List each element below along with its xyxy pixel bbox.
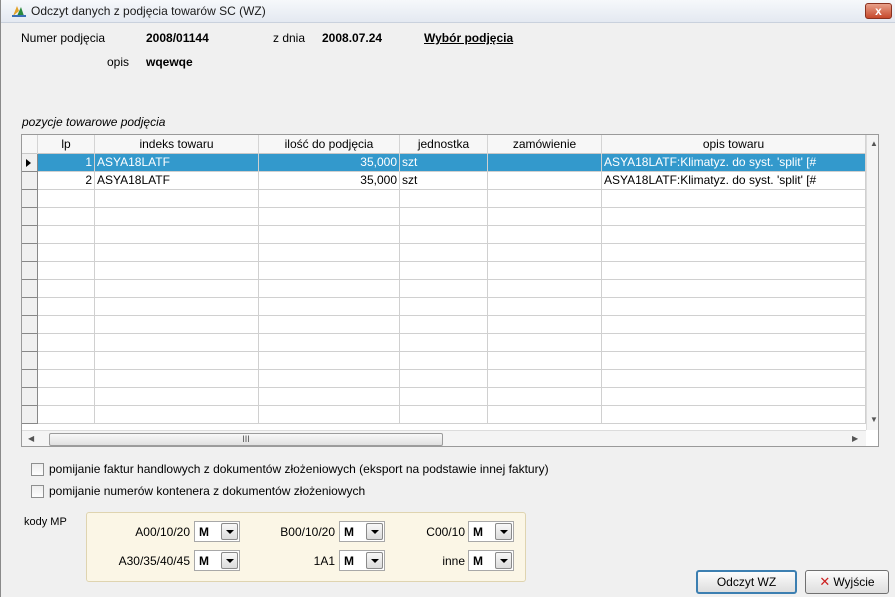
empty-row <box>22 226 866 244</box>
kod-select-inne-value: M <box>473 554 483 568</box>
odczyt-wz-button[interactable]: Odczyt WZ <box>696 570 797 594</box>
close-icon: ✕ <box>819 574 831 589</box>
horizontal-scroll-thumb[interactable]: III <box>49 433 443 446</box>
empty-row <box>22 262 866 280</box>
empty-row <box>22 334 866 352</box>
kod-select-a00-value: M <box>199 525 209 539</box>
cell-jednostka[interactable]: szt <box>400 172 488 190</box>
chevron-down-icon[interactable] <box>366 552 383 569</box>
wyjscie-button[interactable]: ✕ Wyjście <box>805 570 889 594</box>
kod-select-a30[interactable]: M <box>194 550 240 571</box>
empty-row <box>22 280 866 298</box>
pomijanie-faktur-checkbox[interactable] <box>31 463 44 476</box>
header-indicator <box>22 135 38 154</box>
chevron-down-icon[interactable] <box>221 552 238 569</box>
section-label: pozycje towarowe podjęcia <box>22 115 166 129</box>
scroll-grip-icon: III <box>242 434 250 444</box>
wybor-podjecia-link[interactable]: Wybór podjęcia <box>424 31 513 45</box>
empty-row <box>22 244 866 262</box>
pomijanie-faktur-label[interactable]: pomijanie faktur handlowych z dokumentów… <box>49 462 549 476</box>
title-bar: Odczyt danych z podjęcia towarów SC (WZ)… <box>1 0 895 23</box>
row-indicator <box>22 154 38 172</box>
cell-opis[interactable]: ASYA18LATF:Klimatyz. do syst. 'split' [# <box>602 154 866 172</box>
horizontal-scrollbar[interactable]: ◀ III ▶ <box>22 430 866 446</box>
scroll-left-icon[interactable]: ◀ <box>28 434 34 444</box>
empty-row <box>22 406 866 424</box>
pomijanie-kontenera-label[interactable]: pomijanie numerów kontenera z dokumentów… <box>49 484 365 498</box>
row-indicator <box>22 172 38 190</box>
col-header-jednostka[interactable]: jednostka <box>400 135 488 154</box>
kod-select-a30-value: M <box>199 554 209 568</box>
cell-ilosc[interactable]: 35,000 <box>259 172 400 190</box>
cell-opis[interactable]: ASYA18LATF:Klimatyz. do syst. 'split' [# <box>602 172 866 190</box>
app-logo-icon <box>12 6 26 17</box>
odczyt-wz-label: Odczyt WZ <box>716 575 777 589</box>
empty-row <box>22 316 866 334</box>
empty-row <box>22 352 866 370</box>
empty-row <box>22 298 866 316</box>
close-button[interactable]: x <box>865 3 892 19</box>
dialog-window: Odczyt danych z podjęcia towarów SC (WZ)… <box>0 0 895 597</box>
col-header-indeks[interactable]: indeks towaru <box>95 135 259 154</box>
kod-label-a30: A30/35/40/45 <box>118 554 190 568</box>
kod-select-b00[interactable]: M <box>339 521 385 542</box>
empty-row <box>22 370 866 388</box>
chevron-down-icon[interactable] <box>221 523 238 540</box>
scroll-down-icon[interactable]: ▼ <box>870 415 878 425</box>
col-header-ilosc[interactable]: ilość do podjęcia <box>259 135 400 154</box>
opis-value: wqewqe <box>146 55 193 69</box>
scroll-up-icon[interactable]: ▲ <box>870 139 878 149</box>
cell-lp[interactable]: 1 <box>38 154 95 172</box>
kod-select-c00[interactable]: M <box>468 521 514 542</box>
kod-label-1a1: 1A1 <box>313 554 335 568</box>
cell-jednostka[interactable]: szt <box>400 154 488 172</box>
table-row[interactable]: 2 ASYA18LATF 35,000 szt ASYA18LATF:Klima… <box>22 172 866 190</box>
kody-mp-group: A00/10/20 M B00/10/20 M C00/10 M A30/35/… <box>86 512 526 582</box>
cell-indeks[interactable]: ASYA18LATF <box>95 154 259 172</box>
close-icon: x <box>875 4 882 18</box>
numer-value: 2008/01144 <box>146 31 209 45</box>
numer-label: Numer podjęcia <box>21 31 106 45</box>
empty-row <box>22 388 866 406</box>
chevron-down-icon[interactable] <box>366 523 383 540</box>
kod-label-b00: B00/10/20 <box>280 525 335 539</box>
cell-lp[interactable]: 2 <box>38 172 95 190</box>
kody-mp-label: kody MP <box>24 516 67 528</box>
table-row[interactable]: 1 ASYA18LATF 35,000 szt ASYA18LATF:Klima… <box>22 154 866 172</box>
opis-label: opis <box>107 55 130 69</box>
kod-select-a00[interactable]: M <box>194 521 240 542</box>
cell-ilosc[interactable]: 35,000 <box>259 154 400 172</box>
row-pointer-icon <box>26 159 31 167</box>
kod-label-inne: inne <box>442 554 465 568</box>
window-title: Odczyt danych z podjęcia towarów SC (WZ) <box>31 4 266 18</box>
data-label: z dnia <box>273 31 306 45</box>
cell-zamowienie[interactable] <box>488 154 602 172</box>
col-header-lp[interactable]: lp <box>38 135 95 154</box>
empty-row <box>22 208 866 226</box>
items-grid[interactable]: lp indeks towaru ilość do podjęcia jedno… <box>21 134 879 447</box>
kod-select-inne[interactable]: M <box>468 550 514 571</box>
cell-indeks[interactable]: ASYA18LATF <box>95 172 259 190</box>
kod-select-1a1-value: M <box>344 554 354 568</box>
wyjscie-label: Wyjście <box>833 575 875 589</box>
scroll-right-icon[interactable]: ▶ <box>852 434 858 444</box>
kod-select-c00-value: M <box>473 525 483 539</box>
kod-select-b00-value: M <box>344 525 354 539</box>
col-header-zamowienie[interactable]: zamówienie <box>488 135 602 154</box>
pomijanie-kontenera-checkbox[interactable] <box>31 485 44 498</box>
data-value: 2008.07.24 <box>322 31 383 45</box>
kod-select-1a1[interactable]: M <box>339 550 385 571</box>
kod-label-a00: A00/10/20 <box>135 525 190 539</box>
vertical-scrollbar[interactable]: ▲ ▼ <box>866 135 878 430</box>
col-header-opis[interactable]: opis towaru <box>602 135 866 154</box>
chevron-down-icon[interactable] <box>495 552 512 569</box>
cell-zamowienie[interactable] <box>488 172 602 190</box>
chevron-down-icon[interactable] <box>495 523 512 540</box>
kod-label-c00: C00/10 <box>426 525 465 539</box>
empty-row <box>22 190 866 208</box>
grid-header: lp indeks towaru ilość do podjęcia jedno… <box>22 135 878 154</box>
